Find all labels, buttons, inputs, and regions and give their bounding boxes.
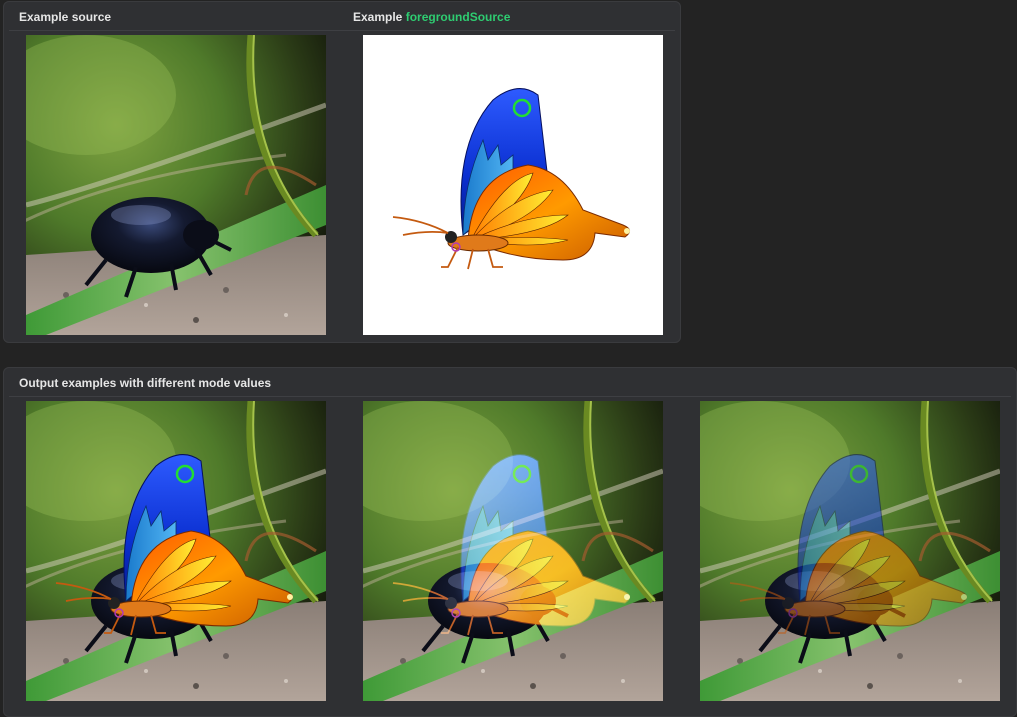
output-title: Output examples with different mode valu… <box>19 376 272 390</box>
foreground-title-code: foregroundSource <box>405 10 511 24</box>
output-image-normal <box>26 401 326 701</box>
panel-divider <box>9 30 675 31</box>
source-image <box>26 35 326 335</box>
panel-divider <box>9 396 1011 397</box>
foreground-title: Example foregroundSource <box>353 10 510 24</box>
source-panel: Example source Example foregroundSource <box>3 1 681 343</box>
source-title: Example source <box>19 10 112 24</box>
output-panel: Output examples with different mode valu… <box>3 367 1017 717</box>
foreground-title-prefix: Example <box>353 10 406 24</box>
output-image-screen <box>363 401 663 701</box>
output-image-overlay <box>700 401 1000 701</box>
foreground-image <box>363 35 663 335</box>
